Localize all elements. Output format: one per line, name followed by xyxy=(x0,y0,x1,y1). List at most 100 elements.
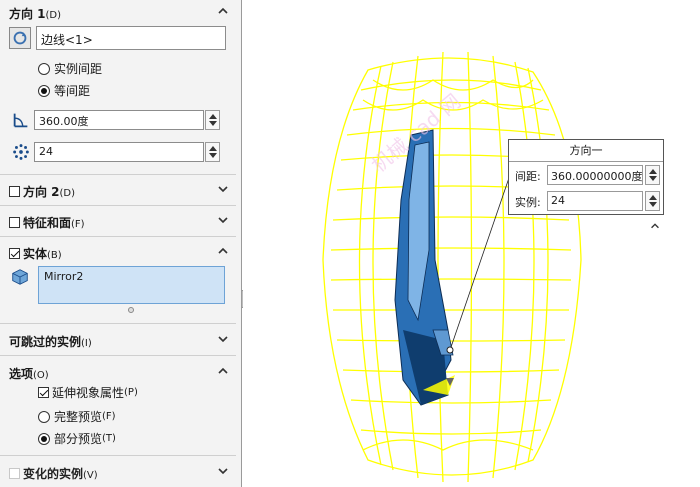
spin-down-icon[interactable] xyxy=(209,153,217,158)
radio-instance-spacing-dot[interactable] xyxy=(38,62,50,75)
varying-instances-header[interactable]: 变化的实例(V) xyxy=(0,460,236,484)
bodies-hotkey: (B) xyxy=(47,250,62,261)
skip-instances-title-text: 可跳过的实例 xyxy=(9,335,82,349)
direction2-title: 方向 2(D) xyxy=(9,183,75,200)
callout-spacing-spinner[interactable] xyxy=(645,165,660,185)
pattern-axis-field[interactable]: 边线<1> xyxy=(36,26,226,50)
propagate-visual-hotkey: (P) xyxy=(124,387,138,398)
callout-instances-input[interactable]: 24 xyxy=(547,191,643,211)
property-manager-panel: 方向 1(D) 边线<1> 实例间距 等间距 360.00度 24 方向 2(D… xyxy=(0,0,242,487)
features-faces-title-text: 特征和面 xyxy=(23,216,72,230)
instances-icon xyxy=(11,142,33,164)
radio-instance-spacing[interactable]: 实例间距 xyxy=(38,60,102,77)
skip-instances-hotkey: (I) xyxy=(81,338,92,349)
direction2-header[interactable]: 方向 2(D) xyxy=(0,178,236,202)
angle-spinner[interactable] xyxy=(205,110,220,130)
instances-spinner[interactable] xyxy=(205,142,220,162)
list-resize-handle[interactable] xyxy=(128,307,134,313)
spin-down-icon[interactable] xyxy=(649,202,657,207)
bodies-list-item[interactable]: Mirror2 xyxy=(39,267,224,286)
callout-spacing-label: 间距: xyxy=(515,170,541,183)
features-faces-header[interactable]: 特征和面(F) xyxy=(0,209,236,233)
app-window: 方向 1(D) 边线<1> 实例间距 等间距 360.00度 24 方向 2(D… xyxy=(0,0,700,487)
options-title: 选项(O) xyxy=(9,365,49,382)
propagate-visual-checkbox[interactable] xyxy=(38,387,49,398)
angle-input[interactable]: 360.00度 xyxy=(34,110,204,130)
radio-equal-spacing-label: 等间距 xyxy=(54,84,91,98)
bodies-header[interactable]: 实体(B) xyxy=(0,240,236,264)
spin-up-icon[interactable] xyxy=(649,195,657,200)
partial-preview-hotkey: (T) xyxy=(102,433,116,444)
features-faces-hotkey: (F) xyxy=(71,219,85,230)
skip-instances-header[interactable]: 可跳过的实例(I) xyxy=(0,328,236,352)
direction1-callout: 方向一 间距: 360.00000000度 实例: 24 xyxy=(508,139,664,215)
features-faces-title: 特征和面(F) xyxy=(9,214,85,231)
direction1-title-text: 方向 1 xyxy=(9,7,46,21)
skip-instances-title: 可跳过的实例(I) xyxy=(9,333,92,350)
graphics-viewport[interactable]: 机械 cad 网 xyxy=(243,0,700,487)
radio-instance-spacing-label: 实例间距 xyxy=(54,62,103,76)
partial-preview-label: 部分预览 xyxy=(54,432,103,446)
radio-partial-preview-dot[interactable] xyxy=(38,432,50,445)
direction1-title: 方向 1(D) xyxy=(9,5,61,22)
spin-down-icon[interactable] xyxy=(209,121,217,126)
full-preview-hotkey: (F) xyxy=(102,411,116,422)
features-faces-checkbox[interactable] xyxy=(9,217,20,228)
varying-instances-title-text: 变化的实例 xyxy=(23,467,84,481)
propagate-visual-label: 延伸视象属性 xyxy=(52,386,125,400)
solid-body-icon xyxy=(10,267,32,289)
options-title-text: 选项 xyxy=(9,367,34,381)
callout-spacing-row: 间距: 360.00000000度 xyxy=(509,164,665,186)
full-preview-label: 完整预览 xyxy=(54,410,103,424)
chevron-up-icon[interactable] xyxy=(216,244,230,258)
reverse-direction-icon[interactable] xyxy=(9,27,31,49)
section-skip-instances: 可跳过的实例(I) xyxy=(0,324,236,356)
varying-instances-hotkey: (V) xyxy=(83,470,98,481)
callout-instances-spinner[interactable] xyxy=(645,191,660,211)
section-bodies: 实体(B) Mirror2 xyxy=(0,237,236,324)
options-header[interactable]: 选项(O) xyxy=(0,360,236,384)
bodies-checkbox[interactable] xyxy=(9,248,20,259)
direction1-hotkey: (D) xyxy=(45,10,62,21)
chevron-up-icon[interactable] xyxy=(216,4,230,18)
wireframe-pattern-preview: 机械 cad 网 xyxy=(322,51,582,483)
angle-icon xyxy=(11,110,33,132)
radio-partial-preview[interactable]: 部分预览 (T) xyxy=(38,430,116,447)
chevron-up-icon[interactable] xyxy=(216,364,230,378)
direction2-checkbox[interactable] xyxy=(9,186,20,197)
bodies-title: 实体(B) xyxy=(9,245,62,262)
callout-spacing-input[interactable]: 360.00000000度 xyxy=(547,165,643,185)
chevron-up-icon[interactable] xyxy=(649,220,661,232)
radio-equal-spacing[interactable]: 等间距 xyxy=(38,82,90,99)
chevron-down-icon[interactable] xyxy=(216,332,230,346)
radio-equal-spacing-dot[interactable] xyxy=(38,84,50,97)
radio-full-preview[interactable]: 完整预览 (F) xyxy=(38,408,116,425)
section-direction2: 方向 2(D) xyxy=(0,175,236,206)
section-direction1: 方向 1(D) 边线<1> 实例间距 等间距 360.00度 24 xyxy=(0,0,236,175)
spin-up-icon[interactable] xyxy=(209,114,217,119)
callout-title: 方向一 xyxy=(509,140,663,162)
chevron-down-icon[interactable] xyxy=(216,464,230,478)
section-options: 选项(O) 延伸视象属性 (P) 完整预览 (F) 部分预览 (T) xyxy=(0,356,236,456)
section-varying-instances: 变化的实例(V) xyxy=(0,456,236,487)
varying-instances-title: 变化的实例(V) xyxy=(9,465,98,482)
varying-instances-checkbox[interactable] xyxy=(9,468,20,479)
bodies-title-text: 实体 xyxy=(23,247,48,261)
section-features-faces: 特征和面(F) xyxy=(0,206,236,237)
spin-up-icon[interactable] xyxy=(649,169,657,174)
instances-input[interactable]: 24 xyxy=(34,142,204,162)
spin-down-icon[interactable] xyxy=(649,176,657,181)
radio-full-preview-dot[interactable] xyxy=(38,410,50,423)
direction2-hotkey: (D) xyxy=(59,188,76,199)
bodies-list[interactable]: Mirror2 xyxy=(38,266,225,304)
options-hotkey: (O) xyxy=(33,370,49,381)
callout-instances-row: 实例: 24 xyxy=(509,190,665,212)
callout-instances-label: 实例: xyxy=(515,196,541,209)
spin-up-icon[interactable] xyxy=(209,146,217,151)
propagate-visual-checkbox-row[interactable]: 延伸视象属性 (P) xyxy=(38,384,138,401)
direction2-title-text: 方向 2 xyxy=(23,185,60,199)
direction1-header[interactable]: 方向 1(D) xyxy=(0,0,236,24)
chevron-down-icon[interactable] xyxy=(216,182,230,196)
selected-body-shape xyxy=(394,129,455,406)
chevron-down-icon[interactable] xyxy=(216,213,230,227)
